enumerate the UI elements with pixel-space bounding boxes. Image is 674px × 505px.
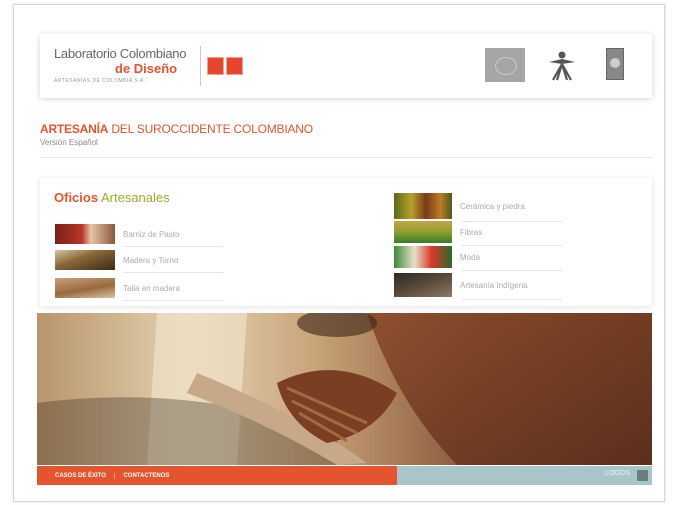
footer-end-icon[interactable]: [637, 470, 648, 481]
divider: [40, 157, 652, 158]
moda-thumbnail: [394, 246, 452, 268]
craft-item-talla[interactable]: Talla en madera: [55, 278, 223, 301]
logo-mark-icon[interactable]: [207, 57, 243, 75]
indigena-thumbnail: [394, 273, 452, 297]
craft-item-madera-torno[interactable]: Madera y Torno: [55, 250, 223, 273]
header: Laboratorio Colombiano de Diseño ARTESAN…: [40, 34, 652, 98]
sena-icon[interactable]: [545, 50, 579, 82]
craft-label: Fibras: [460, 227, 483, 237]
page-title-rest: DEL SUROCCIDENTE COLOMBIANO: [108, 122, 313, 136]
craft-item-fibras[interactable]: Fibras: [394, 221, 562, 246]
section-title: Oficios Artesanales: [54, 190, 170, 205]
page-title: ARTESANÍA DEL SUROCCIDENTE COLOMBIANO: [40, 122, 313, 136]
craft-label: Talla en madera: [123, 283, 180, 293]
item-underline: [462, 270, 562, 271]
logo-tagline: ARTESANÍAS DE COLOMBIA S.A.: [54, 78, 146, 84]
logo-divider: [200, 46, 201, 86]
barniz-thumbnail: [55, 224, 115, 244]
footer-separator: |: [113, 472, 116, 479]
flag-icon[interactable]: [485, 48, 525, 82]
contactenos-link[interactable]: CONTACTENOS: [123, 473, 169, 479]
fibras-thumbnail: [394, 221, 452, 243]
banner-photo: [37, 313, 652, 465]
item-underline: [123, 246, 223, 247]
craft-item-indigena[interactable]: Artesanía Indígena: [394, 273, 562, 300]
craft-label: Madera y Torno: [123, 255, 179, 265]
madera-thumbnail: [55, 250, 115, 270]
craft-label: Moda: [460, 252, 481, 262]
craft-label: Barniz de Pasto: [123, 229, 180, 239]
item-underline: [462, 299, 562, 300]
craft-label: Artesanía Indígena: [460, 280, 528, 290]
craft-item-moda[interactable]: Moda: [394, 246, 562, 271]
ceramica-thumbnail: [394, 193, 452, 219]
badge-icon[interactable]: [606, 48, 624, 80]
logo-line2[interactable]: de Diseño: [115, 61, 177, 76]
footer-logos: LOGOS: [605, 470, 630, 477]
craft-label: Cerámica y piedra: [460, 201, 525, 211]
page-title-bold: ARTESANÍA: [40, 122, 109, 136]
craft-item-barniz[interactable]: Barniz de Pasto: [55, 224, 223, 247]
version-label[interactable]: Versión Español: [40, 138, 98, 147]
talla-thumbnail: [55, 278, 115, 298]
footer-right: LOGOS: [397, 466, 652, 485]
item-underline: [123, 300, 223, 301]
casos-exito-link[interactable]: CASOS DE ÉXITO: [55, 473, 106, 479]
craft-item-ceramica[interactable]: Cerámica y piedra: [394, 193, 562, 222]
section-title-word2: Artesanales: [98, 190, 170, 205]
item-underline: [123, 272, 223, 273]
section-title-word1: Oficios: [54, 190, 99, 205]
logo-line1[interactable]: Laboratorio Colombiano: [54, 46, 186, 61]
footer-nav: CASOS DE ÉXITO | CONTACTENOS: [37, 466, 397, 485]
footer-bar: CASOS DE ÉXITO | CONTACTENOS LOGOS: [37, 466, 652, 485]
